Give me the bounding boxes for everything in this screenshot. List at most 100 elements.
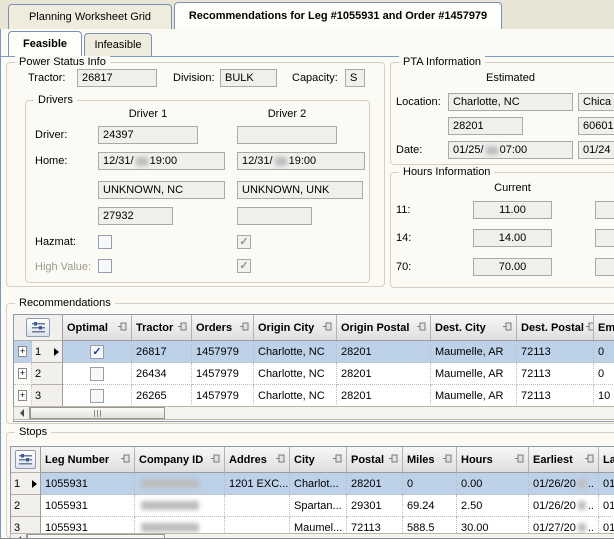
driver1-location-field[interactable]: UNKNOWN, NC — [98, 181, 225, 199]
column-header-postal[interactable]: Postal — [347, 447, 403, 473]
miles-cell[interactable]: 69.24 — [403, 495, 457, 517]
column-header-dest-city[interactable]: Dest. City — [431, 315, 517, 341]
empty-cell[interactable]: 0 — [594, 341, 614, 363]
hours-11-field2[interactable] — [595, 201, 614, 219]
hours-14-field2[interactable] — [595, 229, 614, 247]
postal-cell[interactable]: 28201 — [347, 473, 403, 495]
tractor-cell[interactable]: 26817 — [132, 341, 192, 363]
driver1-home-field[interactable]: 12/31/19:00 — [98, 152, 225, 170]
hazmat-driver2-checkbox[interactable] — [237, 235, 251, 249]
scroll-left-button[interactable] — [11, 534, 27, 539]
column-header-latest[interactable]: Late — [599, 447, 614, 473]
hours-11-field[interactable]: 11.00 — [473, 201, 552, 219]
optimal-checkbox[interactable] — [90, 389, 104, 403]
row-selector[interactable]: 2 — [32, 363, 63, 385]
latest-cell[interactable]: 01/2 — [599, 473, 614, 495]
earliest-cell[interactable]: 01/26/20.. — [529, 473, 599, 495]
dest-city-cell[interactable]: Maumelle, AR — [431, 363, 517, 385]
row-selector[interactable]: 1 — [11, 473, 41, 495]
column-header-city[interactable]: City — [290, 447, 347, 473]
grid-settings-cell[interactable] — [14, 315, 63, 341]
recommendation-row-1[interactable]: + 1 26817 1457979 Charlotte, NC 28201 Ma… — [14, 341, 614, 363]
tractor-cell[interactable]: 26434 — [132, 363, 192, 385]
expand-icon[interactable]: + — [18, 368, 27, 379]
expand-icon[interactable]: + — [18, 390, 27, 401]
empty-cell[interactable]: 0 — [594, 363, 614, 385]
stop-row-1[interactable]: 1 1055931 1201 EXC... Charlot... 28201 0… — [11, 473, 614, 495]
driver2-home-field[interactable]: 12/31/19:00 — [237, 152, 365, 170]
driver1-postal-field[interactable]: 27932 — [98, 207, 173, 225]
driver1-field[interactable]: 24397 — [98, 126, 198, 144]
column-chooser-icon[interactable] — [26, 318, 50, 337]
column-header-company-id[interactable]: Company ID — [135, 447, 225, 473]
optimal-cell[interactable] — [63, 385, 132, 407]
dest-city-cell[interactable]: Maumelle, AR — [431, 385, 517, 407]
tab-infeasible[interactable]: Infeasible — [84, 33, 152, 56]
pta-location2-field[interactable]: Chica — [578, 93, 614, 111]
row-selector[interactable]: 2 — [11, 495, 41, 517]
orders-cell[interactable]: 1457979 — [192, 385, 254, 407]
hours-cell[interactable]: 2.50 — [457, 495, 529, 517]
city-cell[interactable]: Spartan... — [290, 495, 347, 517]
postal-cell[interactable]: 29301 — [347, 495, 403, 517]
column-header-miles[interactable]: Miles — [403, 447, 457, 473]
company-id-cell[interactable] — [135, 495, 225, 517]
hours-70-field[interactable]: 70.00 — [473, 258, 552, 276]
hours-cell[interactable]: 0.00 — [457, 473, 529, 495]
address-cell[interactable]: 1201 EXC... — [225, 473, 290, 495]
stop-row-2[interactable]: 2 1055931 Spartan... 29301 69.24 2.50 01… — [11, 495, 614, 517]
column-header-origin-city[interactable]: Origin City — [254, 315, 337, 341]
optimal-checkbox[interactable] — [90, 345, 104, 359]
expand-icon[interactable]: + — [18, 346, 27, 357]
latest-cell[interactable]: 01/2 — [599, 495, 614, 517]
scrollbar-thumb[interactable] — [27, 534, 165, 539]
driver2-field[interactable] — [237, 126, 337, 144]
tab-recommendations[interactable]: Recommendations for Leg #1055931 and Ord… — [174, 2, 502, 29]
origin-postal-cell[interactable]: 28201 — [337, 385, 431, 407]
origin-city-cell[interactable]: Charlotte, NC — [254, 341, 337, 363]
hours-14-field[interactable]: 14.00 — [473, 229, 552, 247]
recommendations-hscrollbar[interactable] — [13, 406, 614, 420]
stops-hscrollbar[interactable] — [10, 533, 614, 539]
origin-city-cell[interactable]: Charlotte, NC — [254, 363, 337, 385]
optimal-cell[interactable] — [63, 363, 132, 385]
miles-cell[interactable]: 0 — [403, 473, 457, 495]
capacity-field[interactable]: S — [345, 69, 365, 87]
driver2-location-field[interactable]: UNKNOWN, UNK — [237, 181, 363, 199]
scrollbar-thumb[interactable] — [30, 407, 165, 419]
expand-cell[interactable]: + — [14, 341, 32, 363]
origin-postal-cell[interactable]: 28201 — [337, 363, 431, 385]
tab-feasible[interactable]: Feasible — [8, 31, 82, 56]
column-header-leg-number[interactable]: Leg Number — [41, 447, 135, 473]
leg-number-cell[interactable]: 1055931 — [41, 473, 135, 495]
row-selector[interactable]: 3 — [32, 385, 63, 407]
dest-postal-cell[interactable]: 72113 — [517, 363, 594, 385]
column-header-dest-postal[interactable]: Dest. Postal — [517, 315, 594, 341]
column-header-optimal[interactable]: Optimal — [63, 315, 132, 341]
scroll-left-button[interactable] — [14, 407, 30, 419]
optimal-cell[interactable] — [63, 341, 132, 363]
pta-date2-field[interactable]: 01/24 — [578, 141, 614, 159]
city-cell[interactable]: Charlot... — [290, 473, 347, 495]
grid-settings-cell[interactable] — [11, 447, 41, 473]
orders-cell[interactable]: 1457979 — [192, 363, 254, 385]
pta-location1-field[interactable]: Charlotte, NC — [448, 93, 573, 111]
column-header-tractor[interactable]: Tractor — [132, 315, 192, 341]
origin-postal-cell[interactable]: 28201 — [337, 341, 431, 363]
tractor-cell[interactable]: 26265 — [132, 385, 192, 407]
hazmat-driver1-checkbox[interactable] — [98, 235, 112, 249]
pta-postal2-field[interactable]: 60601 — [578, 117, 614, 135]
column-header-empty[interactable]: Em — [594, 315, 614, 341]
pta-postal1-field[interactable]: 28201 — [448, 117, 523, 135]
column-header-orders[interactable]: Orders — [192, 315, 254, 341]
orders-cell[interactable]: 1457979 — [192, 341, 254, 363]
recommendation-row-3[interactable]: + 3 26265 1457979 Charlotte, NC 28201 Ma… — [14, 385, 614, 407]
high-value-driver2-checkbox[interactable] — [237, 259, 251, 273]
address-cell[interactable] — [225, 495, 290, 517]
division-field[interactable]: BULK — [220, 69, 277, 87]
pta-date1-field[interactable]: 01/25/07:00 — [448, 141, 573, 159]
column-header-earliest[interactable]: Earliest — [529, 447, 599, 473]
recommendation-row-2[interactable]: + 2 26434 1457979 Charlotte, NC 28201 Ma… — [14, 363, 614, 385]
earliest-cell[interactable]: 01/26/20.. — [529, 495, 599, 517]
optimal-checkbox[interactable] — [90, 367, 104, 381]
